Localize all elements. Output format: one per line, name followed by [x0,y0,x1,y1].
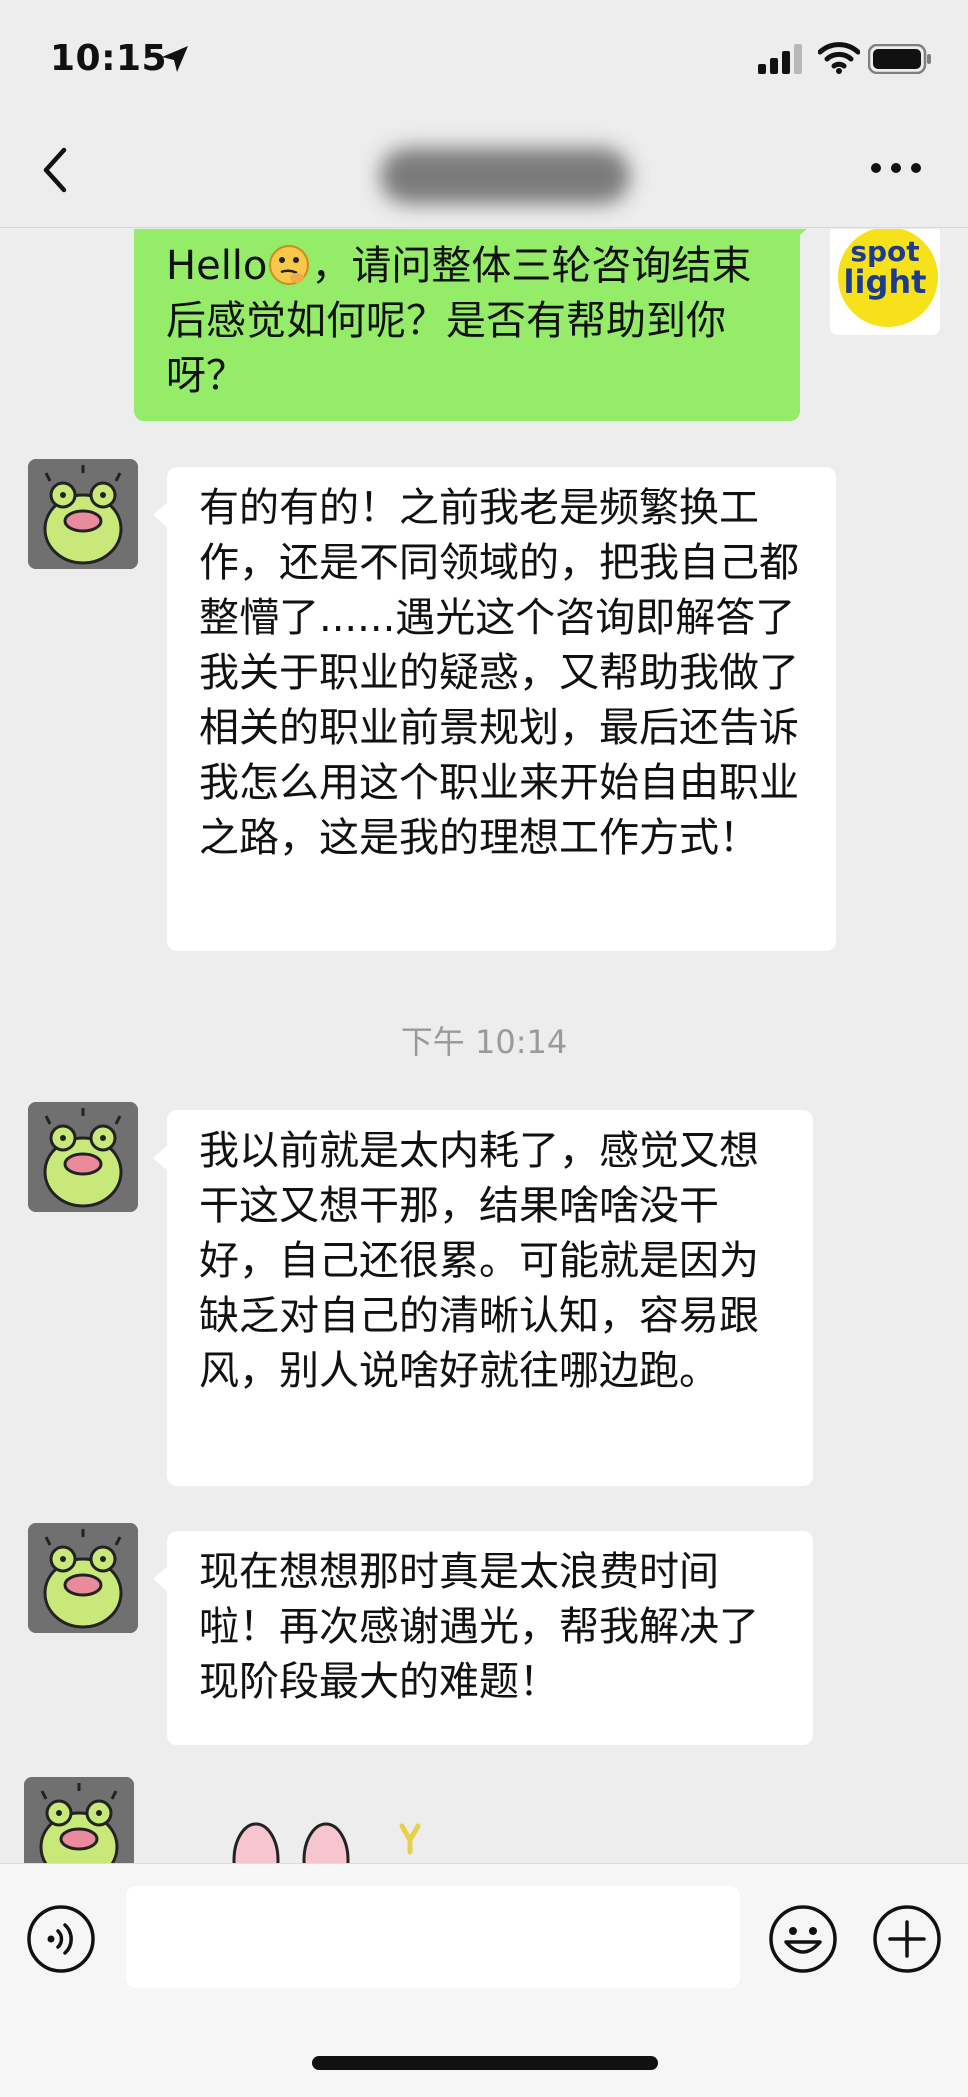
message-timestamp: 下午 10:14 [400,1023,568,1061]
frog-avatar-icon [28,459,138,569]
brand-logo-line2: light [843,263,927,301]
chat-title-redacted [380,148,630,204]
message-greeting: Hello [166,243,268,289]
more-icon[interactable] [870,158,922,178]
frog-avatar-icon [28,1102,138,1212]
location-arrow-icon [162,46,188,72]
bunny-sticker-icon[interactable] [218,1816,438,1863]
chevron-left-icon[interactable] [38,142,72,198]
avatar[interactable] [28,1102,138,1212]
message-list[interactable]: Hello ，请问整体三轮咨询结束后感觉如何呢？是否有帮助到你呀？ spot l… [0,229,968,1863]
thinking-emoji-icon [269,245,310,285]
message-bubble-incoming[interactable]: 现在想想那时真是太浪费时间啦！再次感谢遇光，帮我解决了现阶段最大的难题！ [153,1531,813,1745]
message-bubble-incoming[interactable]: 有的有的！之前我老是频繁换工作，还是不同领域的，把我自己都整懵了......遇光… [153,467,836,951]
frog-avatar-icon [28,1523,138,1633]
voice-icon[interactable] [26,1904,96,1974]
message-bubble-incoming[interactable]: 我以前就是太内耗了，感觉又想干这又想干那，结果啥啥没干好，自己还很累。可能就是因… [153,1110,813,1486]
brand-avatar[interactable]: spot light [830,229,940,335]
avatar[interactable] [28,1523,138,1633]
message-text: 我以前就是太内耗了，感觉又想干这又想干那，结果啥啥没干好，自己还很累。可能就是因… [199,1128,759,1394]
message-text: 有的有的！之前我老是频繁换工作，还是不同领域的，把我自己都整懵了......遇光… [199,485,799,861]
emoji-icon[interactable] [768,1904,838,1974]
home-indicator [312,2056,658,2070]
message-text: 现在想想那时真是太浪费时间啦！再次感谢遇光，帮我解决了现阶段最大的难题！ [199,1549,759,1705]
frog-avatar-icon [24,1777,134,1863]
signal-icon [758,44,802,74]
battery-icon [868,44,931,74]
avatar[interactable] [24,1777,134,1863]
message-bubble-outgoing[interactable]: Hello ，请问整体三轮咨询结束后感觉如何呢？是否有帮助到你呀？ [134,229,816,421]
wifi-icon [818,42,860,74]
avatar[interactable] [28,459,138,569]
status-time: 10:15 [50,38,168,79]
message-input[interactable] [126,1886,740,1988]
plus-icon[interactable] [872,1904,942,1974]
